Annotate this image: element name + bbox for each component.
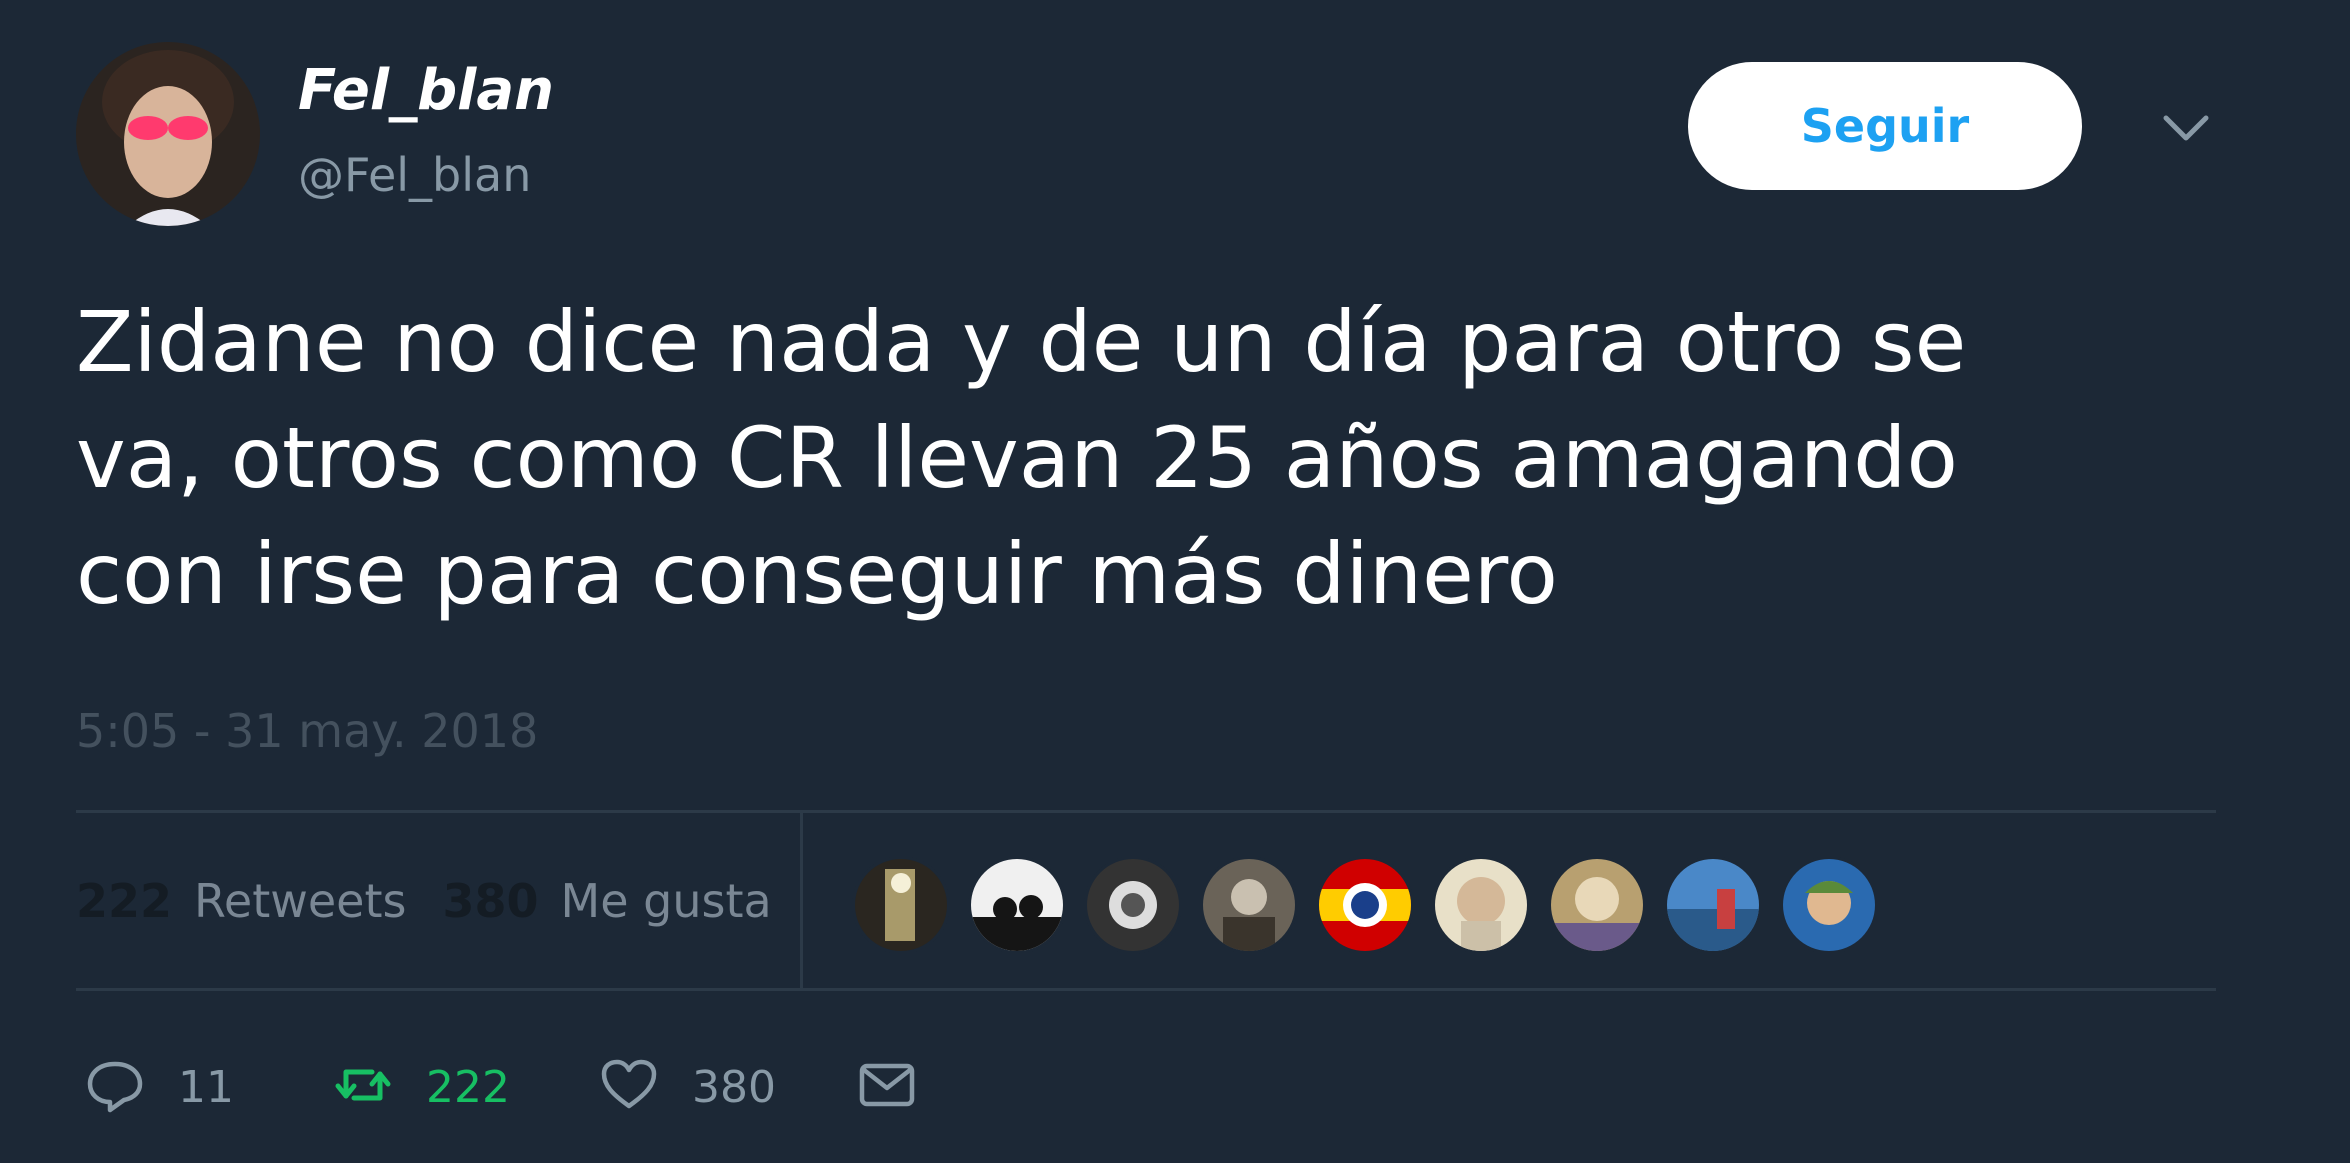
retweets-label[interactable]: Retweets (194, 874, 406, 928)
liker-avatar[interactable] (852, 856, 950, 954)
heart-icon[interactable] (596, 1052, 662, 1122)
reply-action[interactable]: 11 (82, 1052, 234, 1122)
tweet-text: Zidane no dice nada y de un día para otr… (76, 284, 2296, 632)
retweet-action[interactable]: 222 (330, 1052, 510, 1122)
tweet-actions: 11 222 380 (82, 1052, 920, 1122)
liker-avatar[interactable] (968, 856, 1066, 954)
like-action[interactable]: 380 (596, 1052, 776, 1122)
divider (76, 988, 2216, 991)
liker-avatar[interactable] (1200, 856, 1298, 954)
tweet-timestamp[interactable]: 5:05 - 31 may. 2018 (76, 704, 538, 758)
liker-avatar[interactable] (1316, 856, 1414, 954)
envelope-icon[interactable] (854, 1052, 920, 1122)
retweet-icon[interactable] (330, 1052, 396, 1122)
message-action[interactable] (854, 1052, 920, 1122)
engagement-stats: 222 Retweets 380 Me gusta (76, 874, 772, 928)
liker-avatar[interactable] (1432, 856, 1530, 954)
liker-avatar[interactable] (1084, 856, 1182, 954)
liker-avatar[interactable] (1548, 856, 1646, 954)
follow-button[interactable]: Seguir (1688, 62, 2082, 190)
retweet-count: 222 (426, 1061, 510, 1113)
tweet-text-line: va, otros como CR llevan 25 años amagand… (76, 409, 1958, 507)
user-handle[interactable]: @Fel_blan (298, 148, 531, 202)
like-count: 380 (691, 1061, 776, 1113)
liker-avatar[interactable] (1664, 856, 1762, 954)
user-avatar[interactable] (76, 42, 260, 226)
tweet-text-line: con irse para conseguir más dinero (76, 525, 1558, 623)
liker-avatars (852, 856, 1896, 954)
likes-label[interactable]: Me gusta (561, 874, 772, 928)
likes-count[interactable]: 380 (443, 874, 539, 928)
retweets-count[interactable]: 222 (76, 874, 172, 928)
liker-avatar[interactable] (1780, 856, 1878, 954)
tweet-text-line: Zidane no dice nada y de un día para otr… (76, 293, 1967, 391)
reply-icon[interactable] (82, 1052, 148, 1122)
display-name[interactable]: Fel_blan (298, 58, 554, 123)
reply-count: 11 (178, 1061, 234, 1113)
chevron-down-icon[interactable] (2158, 108, 2214, 148)
divider (76, 810, 2216, 813)
divider (800, 812, 803, 988)
